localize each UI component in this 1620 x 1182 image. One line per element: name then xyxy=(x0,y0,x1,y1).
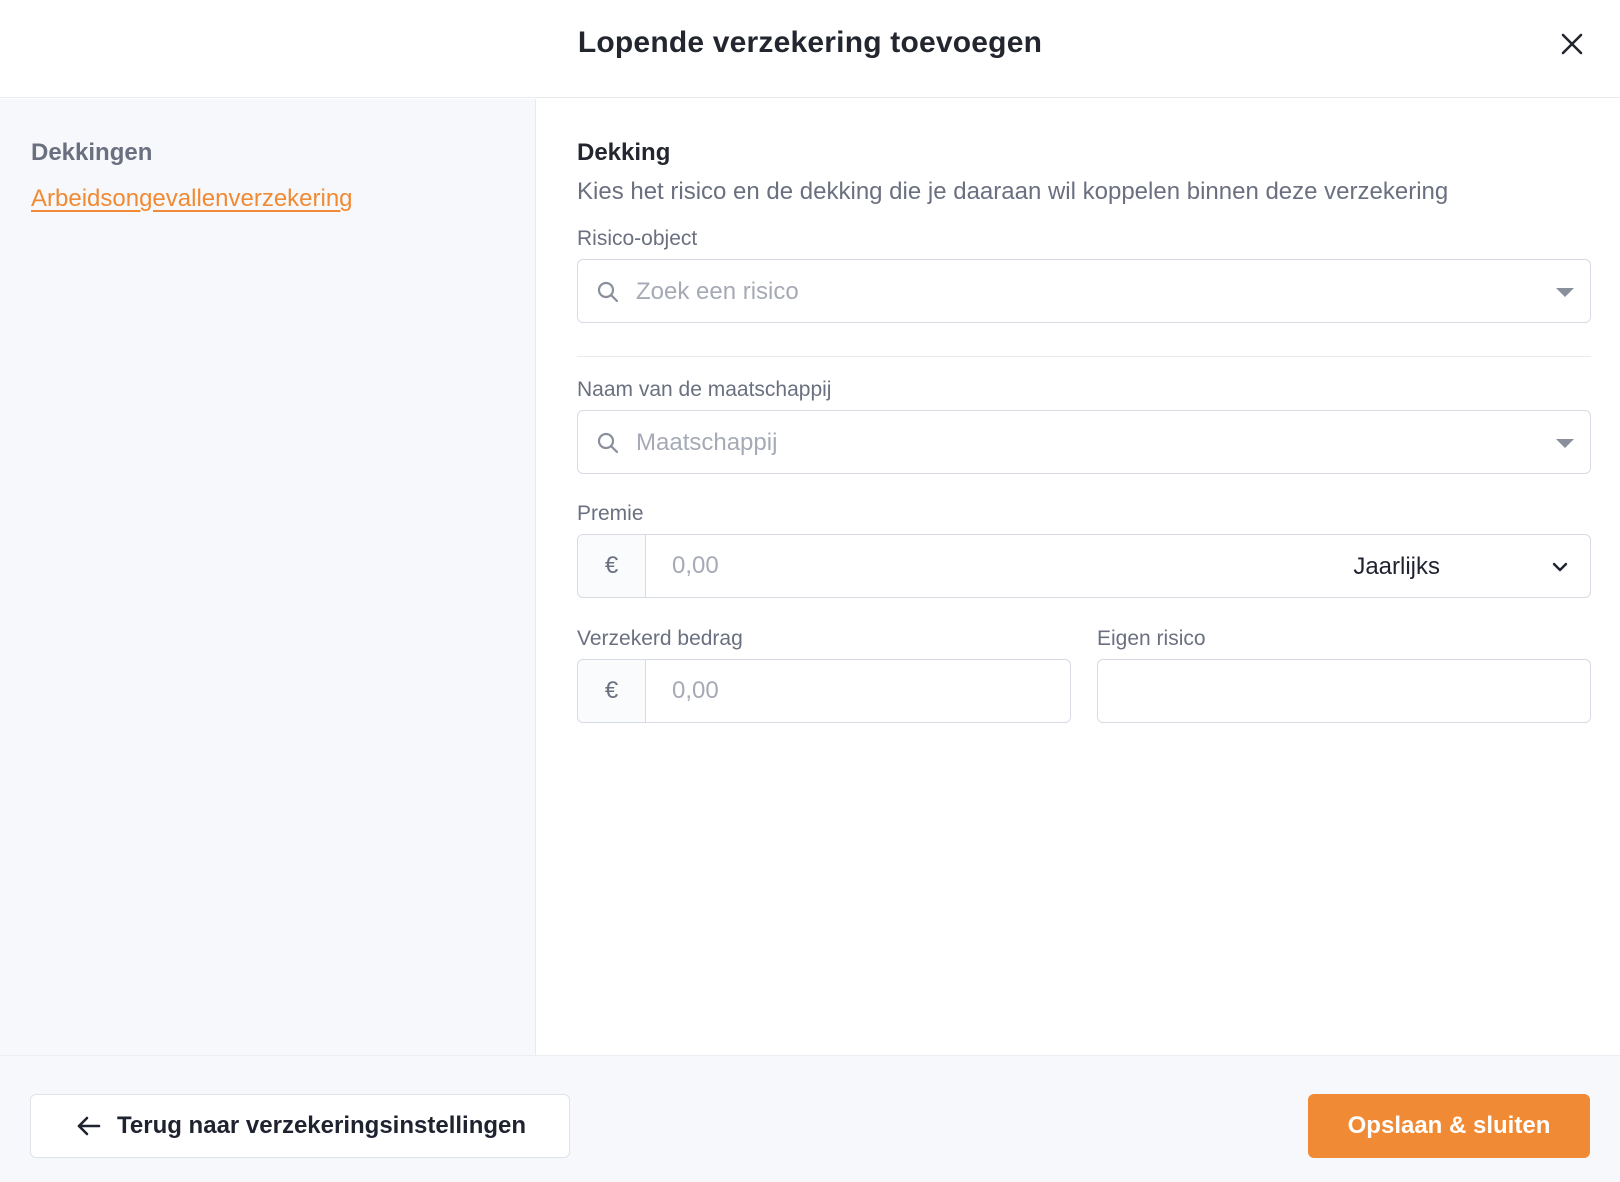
risk-object-select[interactable]: Zoek een risico xyxy=(577,259,1591,323)
currency-addon: € xyxy=(578,660,646,722)
currency-addon: € xyxy=(578,535,646,597)
company-placeholder: Maatschappij xyxy=(636,429,778,456)
back-button[interactable]: Terug naar verzekeringsinstellingen xyxy=(30,1094,570,1158)
sidebar-heading: Dekkingen xyxy=(31,139,153,166)
deductible-label: Eigen risico xyxy=(1097,627,1206,650)
search-icon xyxy=(597,432,619,454)
section-subtitle: Kies het risico en de dekking die je daa… xyxy=(577,178,1449,205)
divider xyxy=(577,356,1591,357)
risk-object-label: Risico-object xyxy=(577,227,698,250)
caret-down-icon xyxy=(1556,288,1574,297)
company-select[interactable]: Maatschappij xyxy=(577,410,1591,474)
risk-object-placeholder: Zoek een risico xyxy=(636,278,799,305)
premium-label: Premie xyxy=(577,502,644,525)
insured-amount-label: Verzekerd bedrag xyxy=(577,627,743,650)
section-title: Dekking xyxy=(577,139,671,166)
save-close-button[interactable]: Opslaan & sluiten xyxy=(1308,1094,1590,1158)
modal-footer: Terug naar verzekeringsinstellingen Opsl… xyxy=(0,1055,1620,1182)
coverage-form: Dekking Kies het risico en de dekking di… xyxy=(537,99,1620,1055)
back-button-label: Terug naar verzekeringsinstellingen xyxy=(117,1112,527,1139)
premium-input-group: € 0,00 Jaarlijks xyxy=(577,534,1591,598)
caret-down-icon xyxy=(1556,439,1574,448)
insured-amount-input-group: € 0,00 xyxy=(577,659,1071,723)
modal-header: Lopende verzekering toevoegen xyxy=(0,0,1620,98)
chevron-down-icon xyxy=(1552,562,1568,572)
modal-title: Lopende verzekering toevoegen xyxy=(577,26,1043,59)
premium-frequency-select[interactable]: Jaarlijks xyxy=(1353,553,1570,581)
deductible-input[interactable] xyxy=(1097,659,1591,723)
insured-amount-input[interactable]: 0,00 xyxy=(646,677,1070,705)
save-close-button-label: Opslaan & sluiten xyxy=(1347,1112,1551,1139)
coverage-sidebar: Dekkingen Arbeidsongevallenverzekering xyxy=(0,99,536,1055)
company-label: Naam van de maatschappij xyxy=(577,378,832,401)
premium-frequency-value: Jaarlijks xyxy=(1353,553,1440,580)
search-icon xyxy=(597,281,619,303)
sidebar-item-arbeidsongevallenverzekering[interactable]: Arbeidsongevallenverzekering xyxy=(31,185,353,213)
close-icon[interactable] xyxy=(1554,26,1590,62)
arrow-left-icon xyxy=(77,1116,101,1136)
